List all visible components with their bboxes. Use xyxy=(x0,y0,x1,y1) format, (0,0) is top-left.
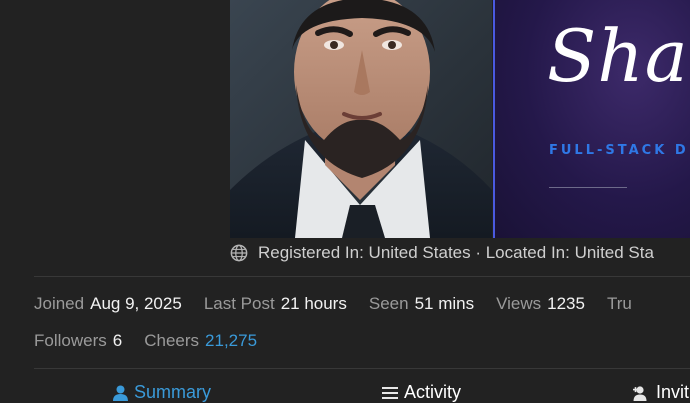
stat-label: Followers xyxy=(34,331,107,350)
user-plus-icon xyxy=(633,385,647,401)
stats-row-secondary: Followers 6 Cheers 21,275 xyxy=(34,331,279,351)
stat-trust: Tru xyxy=(607,294,638,314)
stat-label: Seen xyxy=(368,294,409,313)
profile-photo[interactable] xyxy=(230,0,492,238)
tab-label: Activity xyxy=(404,382,462,402)
stat-seen: Seen 51 mins xyxy=(369,294,474,314)
stat-label: Joined xyxy=(34,294,85,313)
portrait-image xyxy=(230,0,492,238)
list-icon xyxy=(382,386,398,399)
stat-label: Views xyxy=(496,294,542,313)
divider-bottom xyxy=(34,368,690,369)
stat-last-post: Last Post 21 hours xyxy=(204,294,347,314)
tab-invites[interactable]: Invit xyxy=(632,382,689,403)
tab-summary[interactable]: Summary xyxy=(113,382,211,403)
profile-banner: Sha FULL-STACK D xyxy=(493,0,690,238)
stat-value: 21 hours xyxy=(280,294,347,313)
stat-label: Tru xyxy=(606,294,632,313)
divider-top xyxy=(34,276,690,277)
banner-script-text: Sha xyxy=(547,14,689,98)
stat-label: Last Post xyxy=(203,294,275,313)
stat-value: 1235 xyxy=(547,294,585,313)
banner-subtitle: FULL-STACK D xyxy=(549,143,689,158)
location-text: Registered In: United States · Located I… xyxy=(258,243,654,262)
stat-value: Aug 9, 2025 xyxy=(90,294,182,313)
stat-value: 6 xyxy=(112,331,123,350)
stat-views: Views 1235 xyxy=(496,294,585,314)
stat-label: Cheers xyxy=(144,331,200,350)
tab-label: Summary xyxy=(134,382,212,402)
location-line: Registered In: United States · Located I… xyxy=(230,241,654,265)
stat-joined: Joined Aug 9, 2025 xyxy=(34,294,182,314)
banner-divider xyxy=(549,187,627,188)
user-icon xyxy=(113,385,128,401)
stat-cheers: Cheers 21,275 xyxy=(144,331,257,351)
stat-value: 51 mins xyxy=(414,294,475,313)
profile-tabs: Summary Activity Invit xyxy=(0,380,690,403)
stat-followers[interactable]: Followers 6 xyxy=(34,331,122,351)
stats-row-primary: Joined Aug 9, 2025 Last Post 21 hours Seen… xyxy=(34,294,660,314)
tab-activity[interactable]: Activity xyxy=(382,382,461,403)
globe-icon xyxy=(230,244,248,262)
tab-label: Invit xyxy=(656,382,690,402)
stat-value: 21,275 xyxy=(205,331,258,350)
